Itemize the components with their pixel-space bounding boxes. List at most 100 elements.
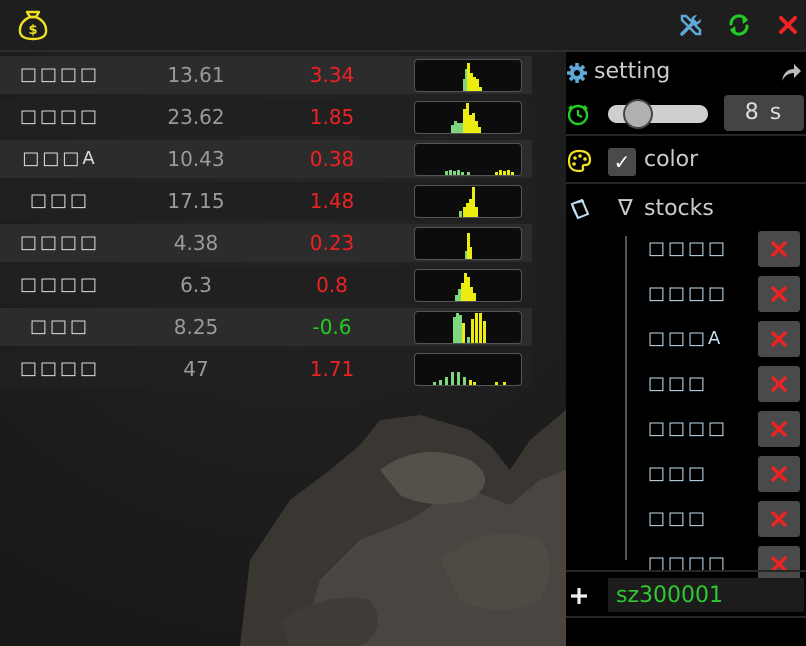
sparkline-chart bbox=[414, 269, 522, 302]
delete-stock-button[interactable] bbox=[758, 231, 800, 267]
sparkline-bar bbox=[483, 321, 486, 343]
sparkline-bar bbox=[457, 372, 460, 385]
stock-price: 4.38 bbox=[173, 231, 219, 255]
setting-section: setting 8 s bbox=[566, 52, 806, 136]
sparkline-bar bbox=[503, 382, 506, 385]
stock-list-item: □□□□ bbox=[640, 271, 806, 317]
stock-row[interactable]: □□□ 8.25 -0.6 bbox=[0, 308, 532, 346]
sparkline-bar bbox=[461, 172, 464, 175]
plus-icon[interactable] bbox=[569, 586, 589, 606]
refresh-interval-slider[interactable] bbox=[608, 99, 708, 129]
close-icon bbox=[771, 376, 787, 392]
stock-row[interactable]: □□□ 17.15 1.48 bbox=[0, 182, 532, 220]
stocks-expander-icon[interactable]: ∇ bbox=[618, 196, 633, 221]
sparkline-bar bbox=[472, 187, 475, 217]
stock-list-name: □□□ bbox=[648, 508, 709, 529]
close-icon bbox=[771, 286, 787, 302]
stock-change: 0.38 bbox=[309, 147, 355, 171]
stock-row[interactable]: □□□□ 23.62 1.85 bbox=[0, 98, 532, 136]
delete-stock-button[interactable] bbox=[758, 276, 800, 312]
stock-change: 3.34 bbox=[309, 63, 355, 87]
sparkline-bar bbox=[507, 170, 510, 175]
stock-name: □□□ bbox=[29, 190, 91, 211]
book-icon bbox=[570, 198, 590, 220]
close-icon bbox=[771, 331, 787, 347]
stock-row[interactable]: □□□□ 47 1.71 bbox=[0, 350, 532, 388]
sparkline-bar bbox=[467, 63, 470, 91]
slider-knob[interactable] bbox=[623, 99, 653, 129]
stock-list-name: □□□ bbox=[648, 373, 709, 394]
sparkline-bar bbox=[470, 73, 473, 91]
stock-list-name: □□□A bbox=[648, 328, 724, 349]
stock-row[interactable]: □□□□ 6.3 0.8 bbox=[0, 266, 532, 304]
sparkline-bar bbox=[495, 172, 498, 175]
delete-stock-button[interactable] bbox=[758, 321, 800, 357]
sparkline-bar bbox=[439, 380, 442, 385]
add-stock-row bbox=[566, 570, 806, 618]
refresh-button[interactable] bbox=[724, 10, 754, 40]
top-bar: $ bbox=[0, 0, 806, 52]
stock-list-item: □□□ bbox=[640, 496, 806, 542]
stock-list-item: □□□A bbox=[640, 316, 806, 362]
stock-price: 23.62 bbox=[167, 105, 225, 129]
stock-name: □□□□ bbox=[19, 64, 101, 85]
money-bag-icon: $ bbox=[18, 10, 48, 41]
sparkline-bar bbox=[460, 123, 463, 133]
sparkline-chart bbox=[414, 227, 522, 260]
stock-row[interactable]: □□□□ 13.61 3.34 bbox=[0, 56, 532, 94]
sparkline-bar bbox=[475, 121, 478, 133]
stock-row[interactable]: □□□□ 4.38 0.23 bbox=[0, 224, 532, 262]
sparkline-bar bbox=[473, 293, 476, 301]
sparkline-bar bbox=[503, 171, 506, 175]
stock-row[interactable]: □□□A 10.43 0.38 bbox=[0, 140, 532, 178]
sparkline-bar bbox=[454, 121, 457, 133]
sparkline-bar bbox=[459, 211, 462, 217]
sparkline-bar bbox=[455, 295, 458, 301]
palette-icon bbox=[567, 149, 592, 173]
stock-change: 1.71 bbox=[309, 357, 355, 381]
sparkline-chart bbox=[414, 311, 522, 344]
stocks-label: stocks bbox=[644, 196, 714, 221]
sparkline-chart bbox=[414, 353, 522, 386]
sparkline-bar bbox=[451, 125, 454, 133]
sparkline-bar bbox=[478, 127, 481, 133]
sparkline-bar bbox=[463, 109, 466, 133]
stock-list-item: □□□ bbox=[640, 451, 806, 497]
stock-name: □□□□ bbox=[19, 358, 101, 379]
color-label: color bbox=[644, 147, 699, 172]
sparkline-bar bbox=[461, 283, 464, 301]
stock-list-name: □□□□ bbox=[648, 418, 729, 439]
share-icon[interactable] bbox=[780, 61, 802, 83]
sparkline-bar bbox=[449, 170, 452, 175]
color-section: ✓ color bbox=[566, 136, 806, 184]
sparkline-bar bbox=[445, 377, 448, 385]
delete-stock-button[interactable] bbox=[758, 501, 800, 537]
stock-price: 47 bbox=[183, 357, 209, 381]
sparkline-bar bbox=[453, 171, 456, 175]
svg-text:$: $ bbox=[28, 23, 37, 38]
sparkline-bar bbox=[473, 77, 476, 91]
stock-price: 17.15 bbox=[167, 189, 225, 213]
delete-stock-button[interactable] bbox=[758, 411, 800, 447]
tools-button[interactable] bbox=[676, 10, 706, 40]
stock-list-item: □□□ bbox=[640, 361, 806, 407]
sparkline-bar bbox=[470, 287, 473, 301]
close-icon bbox=[779, 16, 797, 34]
sparkline-bar bbox=[475, 313, 478, 343]
delete-stock-button[interactable] bbox=[758, 456, 800, 492]
close-icon bbox=[771, 241, 787, 257]
color-checkbox[interactable]: ✓ bbox=[608, 148, 636, 176]
close-icon bbox=[771, 466, 787, 482]
sparkline-bar bbox=[475, 207, 478, 217]
stock-code-input[interactable] bbox=[608, 578, 804, 612]
stock-list-item: □□□□ bbox=[640, 226, 806, 272]
delete-stock-button[interactable] bbox=[758, 366, 800, 402]
sparkline-bar bbox=[473, 382, 476, 385]
sparkline-bar bbox=[463, 207, 466, 217]
gear-icon bbox=[567, 63, 587, 83]
stock-name: □□□□ bbox=[19, 274, 101, 295]
tree-line bbox=[625, 236, 627, 560]
close-button[interactable] bbox=[773, 10, 803, 40]
sparkline-bar bbox=[469, 199, 472, 217]
sparkline-bar bbox=[499, 170, 502, 175]
